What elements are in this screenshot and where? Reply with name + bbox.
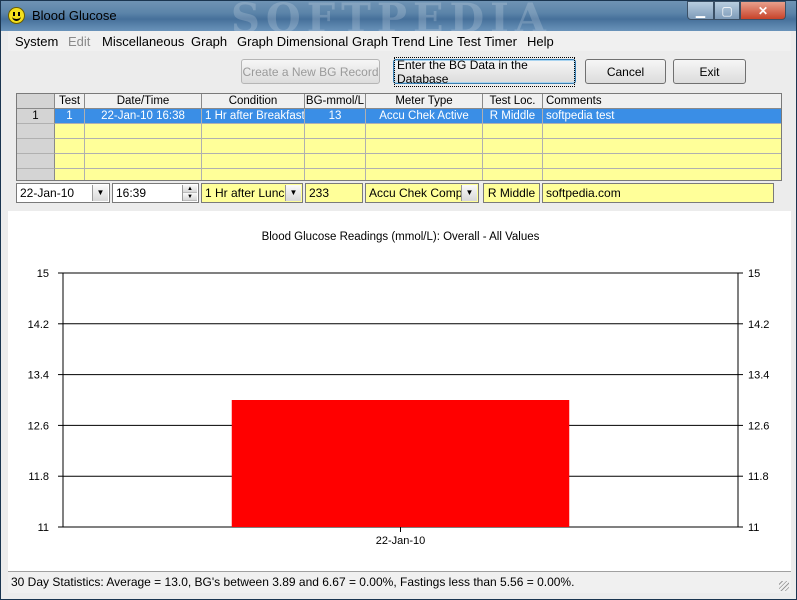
col-datetime[interactable]: Date/Time xyxy=(85,94,202,109)
chart-title: Blood Glucose Readings (mmol/L): Overall… xyxy=(262,231,540,243)
chevron-down-icon[interactable]: ▼ xyxy=(92,185,108,201)
menu-graph-dimensional[interactable]: Graph Dimensional xyxy=(237,34,348,49)
time-field[interactable]: 16:39 ▲ ▼ xyxy=(112,183,199,203)
y-tick-label-right: 11 xyxy=(748,522,759,534)
app-window: SOFTPEDIA Blood Glucose ▁ ▢ ✕ System Edi… xyxy=(0,0,797,600)
enter-data-button[interactable]: Enter the BG Data in the Database xyxy=(393,56,576,87)
bar xyxy=(231,400,570,527)
condition-value: 1 Hr after Lunch xyxy=(205,186,292,200)
time-spinner[interactable]: ▲ ▼ xyxy=(182,185,197,201)
create-record-button[interactable]: Create a New BG Record xyxy=(241,59,380,84)
y-tick-label-left: 13.4 xyxy=(28,370,49,382)
test-location-field[interactable]: R Middle xyxy=(483,183,540,203)
menu-system[interactable]: System xyxy=(15,34,58,49)
enter-data-label: Enter the BG Data in the Database xyxy=(394,56,575,87)
cancel-button[interactable]: Cancel xyxy=(585,59,666,84)
maximize-icon: ▢ xyxy=(721,3,733,18)
col-condition[interactable]: Condition xyxy=(202,94,305,109)
time-value: 16:39 xyxy=(116,186,147,200)
grid-header-row: Test Date/Time Condition BG-mmol/L Meter… xyxy=(17,94,781,109)
minimize-icon: ▁ xyxy=(695,3,706,18)
comment-input[interactable]: softpedia.com xyxy=(542,183,774,203)
y-tick-label-left: 11 xyxy=(38,522,49,534)
resize-grip-icon[interactable] xyxy=(779,581,789,591)
col-test-loc[interactable]: Test Loc. xyxy=(483,94,543,109)
y-tick-label-right: 12.6 xyxy=(748,420,769,432)
y-tick-label-right: 15 xyxy=(748,268,760,280)
spin-down-icon[interactable]: ▼ xyxy=(183,193,197,201)
smiley-app-icon xyxy=(8,7,25,24)
spin-up-icon[interactable]: ▲ xyxy=(183,185,197,193)
date-picker[interactable]: 22-Jan-10 ▼ xyxy=(16,183,110,203)
empty-row[interactable] xyxy=(17,139,781,154)
cell-bg[interactable]: 13 xyxy=(305,109,366,124)
menu-test-timer[interactable]: Test Timer xyxy=(457,34,517,49)
date-value: 22-Jan-10 xyxy=(20,186,75,200)
y-tick-label-right: 13.4 xyxy=(748,370,769,382)
y-tick-label-left: 14.2 xyxy=(28,319,49,331)
window-title: Blood Glucose xyxy=(32,8,117,23)
status-text: 30 Day Statistics: Average = 13.0, BG's … xyxy=(11,575,575,589)
exit-button[interactable]: Exit xyxy=(673,59,746,84)
y-tick-label-left: 15 xyxy=(37,268,49,280)
bg-chart: Blood Glucose Readings (mmol/L): Overall… xyxy=(28,231,770,547)
menu-edit[interactable]: Edit xyxy=(68,34,90,49)
empty-row[interactable] xyxy=(17,124,781,139)
y-tick-label-right: 11.8 xyxy=(748,471,769,483)
close-icon: ✕ xyxy=(757,3,769,18)
title-bar: SOFTPEDIA Blood Glucose ▁ ▢ ✕ xyxy=(1,1,796,42)
meter-type-select[interactable]: Accu Chek Complet ▼ xyxy=(365,183,479,203)
cell-datetime[interactable]: 22-Jan-10 16:38 xyxy=(85,109,202,124)
empty-row[interactable] xyxy=(17,154,781,169)
close-button[interactable]: ✕ xyxy=(740,1,786,20)
menu-graph[interactable]: Graph xyxy=(191,34,227,49)
col-test[interactable]: Test xyxy=(55,94,85,109)
maximize-button[interactable]: ▢ xyxy=(714,1,740,20)
col-comments[interactable]: Comments xyxy=(543,94,781,109)
records-grid[interactable]: Test Date/Time Condition BG-mmol/L Meter… xyxy=(16,93,782,181)
menu-bar: System Edit Miscellaneous Graph Graph Di… xyxy=(8,31,791,51)
row-header: 1 xyxy=(17,109,55,124)
status-bar: 30 Day Statistics: Average = 13.0, BG's … xyxy=(8,571,791,593)
chart-panel: Blood Glucose Readings (mmol/L): Overall… xyxy=(8,211,791,571)
col-bg[interactable]: BG-mmol/L xyxy=(305,94,366,109)
cell-condition[interactable]: 1 Hr after Breakfast xyxy=(202,109,305,124)
cell-test[interactable]: 1 xyxy=(55,109,85,124)
menu-help[interactable]: Help xyxy=(527,34,554,49)
cell-test-loc[interactable]: R Middle xyxy=(483,109,543,124)
grid-corner xyxy=(17,94,55,109)
condition-select[interactable]: 1 Hr after Lunch ▼ xyxy=(201,183,303,203)
cell-comments[interactable]: softpedia test xyxy=(543,109,781,124)
chevron-down-icon[interactable]: ▼ xyxy=(285,185,301,201)
col-meter-type[interactable]: Meter Type xyxy=(366,94,483,109)
chevron-down-icon[interactable]: ▼ xyxy=(461,185,477,201)
y-tick-label-left: 11.8 xyxy=(28,471,49,483)
y-tick-label-right: 14.2 xyxy=(748,319,769,331)
menu-graph-trend-line[interactable]: Graph Trend Line xyxy=(352,34,453,49)
minimize-button[interactable]: ▁ xyxy=(687,1,714,20)
y-tick-label-left: 12.6 xyxy=(28,420,49,432)
menu-miscellaneous[interactable]: Miscellaneous xyxy=(102,34,184,49)
client-area: Create a New BG Record Enter the BG Data… xyxy=(8,51,791,595)
bg-input[interactable]: 233 xyxy=(305,183,363,203)
x-tick-label: 22-Jan-10 xyxy=(376,535,426,547)
meter-value: Accu Chek Complet xyxy=(369,186,476,200)
table-row[interactable]: 1 1 22-Jan-10 16:38 1 Hr after Breakfast… xyxy=(17,109,781,124)
empty-row[interactable] xyxy=(17,169,781,180)
cell-meter-type[interactable]: Accu Chek Active xyxy=(366,109,483,124)
